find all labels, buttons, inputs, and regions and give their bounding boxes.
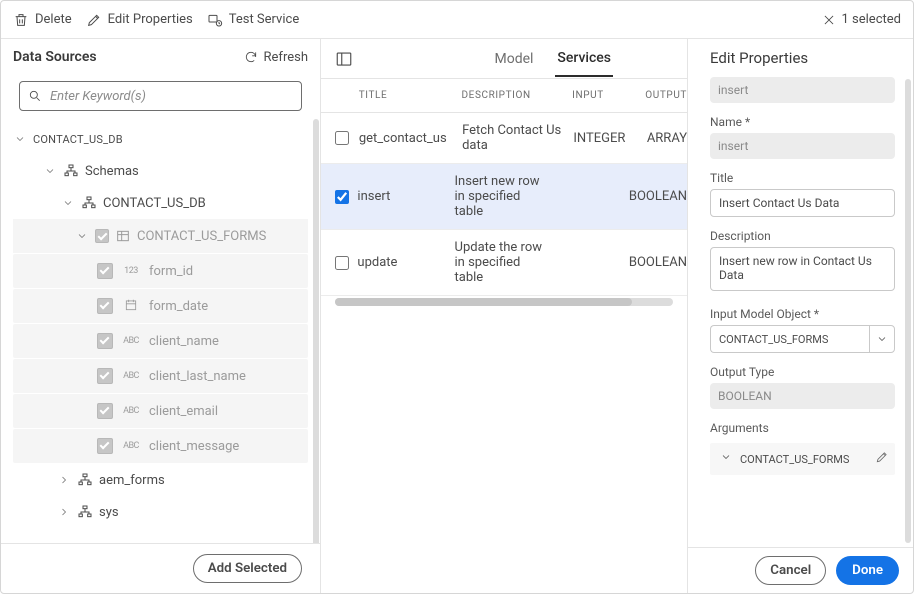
done-button[interactable]: Done — [836, 556, 899, 585]
output-type-label: Output Type — [710, 365, 895, 379]
input-model-label: Input Model Object * — [710, 307, 895, 321]
field-checkbox[interactable] — [97, 438, 113, 454]
tab-model[interactable]: Model — [492, 51, 535, 76]
description-label: Description — [710, 229, 895, 243]
schema-icon — [77, 504, 93, 520]
field-checkbox[interactable] — [97, 298, 113, 314]
type-text-icon: ABC — [121, 336, 141, 346]
search-input[interactable] — [50, 89, 293, 104]
field-row[interactable]: ABC client_last_name — [13, 359, 308, 393]
services-panel: Model Services TITLE DESCRIPTION INPUT O… — [321, 39, 688, 593]
field-checkbox[interactable] — [97, 403, 113, 419]
test-service-icon — [207, 12, 223, 28]
row-checkbox[interactable] — [335, 190, 349, 204]
tab-services[interactable]: Services — [555, 50, 613, 77]
title-input[interactable] — [710, 189, 895, 217]
type-text-icon: ABC — [121, 371, 141, 381]
left-panel: Data Sources Refresh CONTACT_ — [1, 39, 321, 593]
tree-db[interactable]: CONTACT_US_DB — [13, 187, 308, 219]
table-row[interactable]: insert Insert new row in specified table… — [321, 164, 687, 230]
form-checkbox[interactable] — [95, 229, 109, 243]
chevron-down-icon[interactable] — [869, 325, 895, 353]
schema-icon — [63, 163, 79, 179]
field-checkbox[interactable] — [97, 333, 113, 349]
field-row[interactable]: ABC client_email — [13, 394, 308, 428]
add-selected-button[interactable]: Add Selected — [193, 554, 302, 583]
tree-sibling[interactable]: aem_forms — [13, 464, 308, 496]
chevron-right-icon[interactable] — [57, 474, 71, 486]
chevron-right-icon[interactable] — [57, 506, 71, 518]
description-textarea[interactable] — [710, 247, 895, 291]
tree-sibling[interactable]: sys — [13, 496, 308, 528]
tree-schemas[interactable]: Schemas — [13, 155, 308, 187]
right-scrollbar[interactable] — [905, 79, 911, 543]
type-date-icon — [121, 298, 141, 315]
chevron-down-icon[interactable] — [75, 230, 89, 242]
tree-root-db[interactable]: CONTACT_US_DB — [13, 123, 308, 155]
field-row[interactable]: ABC client_message — [13, 429, 308, 463]
argument-row[interactable]: CONTACT_US_FORMS — [710, 443, 895, 475]
horizontal-scrollbar[interactable] — [335, 298, 673, 306]
field-checkbox[interactable] — [97, 368, 113, 384]
arguments-label: Arguments — [710, 421, 895, 435]
type-text-icon: ABC — [121, 441, 141, 451]
chevron-down-icon[interactable] — [13, 133, 27, 145]
search-icon — [28, 89, 42, 103]
tree-form[interactable]: CONTACT_US_FORMS — [13, 219, 308, 253]
name-readonly: insert — [710, 133, 895, 159]
readonly-top: insert — [710, 77, 895, 103]
schema-icon — [77, 472, 93, 488]
search-input-wrap[interactable] — [19, 81, 302, 111]
table-row[interactable]: update Update the row in specified table… — [321, 230, 687, 296]
data-sources-title: Data Sources — [13, 49, 97, 65]
row-checkbox[interactable] — [335, 131, 349, 145]
properties-panel: Edit Properties insert Name * insert Tit… — [688, 39, 913, 593]
table-row[interactable]: get_contact_us Fetch Contact Us data INT… — [321, 113, 687, 164]
pencil-icon[interactable] — [875, 450, 889, 468]
refresh-icon — [244, 50, 258, 64]
close-icon — [822, 13, 836, 27]
row-checkbox[interactable] — [335, 256, 349, 270]
field-row[interactable]: ABC client_name — [13, 324, 308, 358]
chevron-down-icon[interactable] — [43, 165, 57, 177]
table-header: TITLE DESCRIPTION INPUT OUTPUT — [321, 79, 687, 113]
chevron-down-icon[interactable] — [720, 451, 732, 467]
type-number-icon: 123 — [121, 266, 141, 276]
selected-count: 1 selected — [842, 12, 901, 27]
toolbar: Delete Edit Properties Test Service 1 se… — [1, 1, 913, 39]
chevron-down-icon[interactable] — [61, 197, 75, 209]
schema-icon — [81, 195, 97, 211]
field-row[interactable]: 123 form_id — [13, 254, 308, 288]
field-row[interactable]: form_date — [13, 289, 308, 323]
pencil-icon — [86, 12, 102, 28]
selection-close[interactable]: 1 selected — [822, 12, 901, 27]
panel-toggle-icon[interactable] — [335, 50, 353, 68]
input-model-select[interactable]: CONTACT_US_FORMS — [710, 325, 895, 353]
field-checkbox[interactable] — [97, 263, 113, 279]
left-scrollbar[interactable] — [313, 119, 319, 543]
name-label: Name * — [710, 115, 895, 129]
trash-icon — [13, 12, 29, 28]
refresh-button[interactable]: Refresh — [244, 50, 308, 65]
panel-title: Edit Properties — [688, 39, 913, 73]
title-label: Title — [710, 171, 895, 185]
edit-properties-button[interactable]: Edit Properties — [86, 12, 193, 28]
output-type-readonly: BOOLEAN — [710, 383, 895, 409]
table-icon — [115, 228, 131, 244]
delete-button[interactable]: Delete — [13, 12, 72, 28]
cancel-button[interactable]: Cancel — [755, 556, 826, 585]
test-service-button[interactable]: Test Service — [207, 12, 300, 28]
type-text-icon: ABC — [121, 406, 141, 416]
